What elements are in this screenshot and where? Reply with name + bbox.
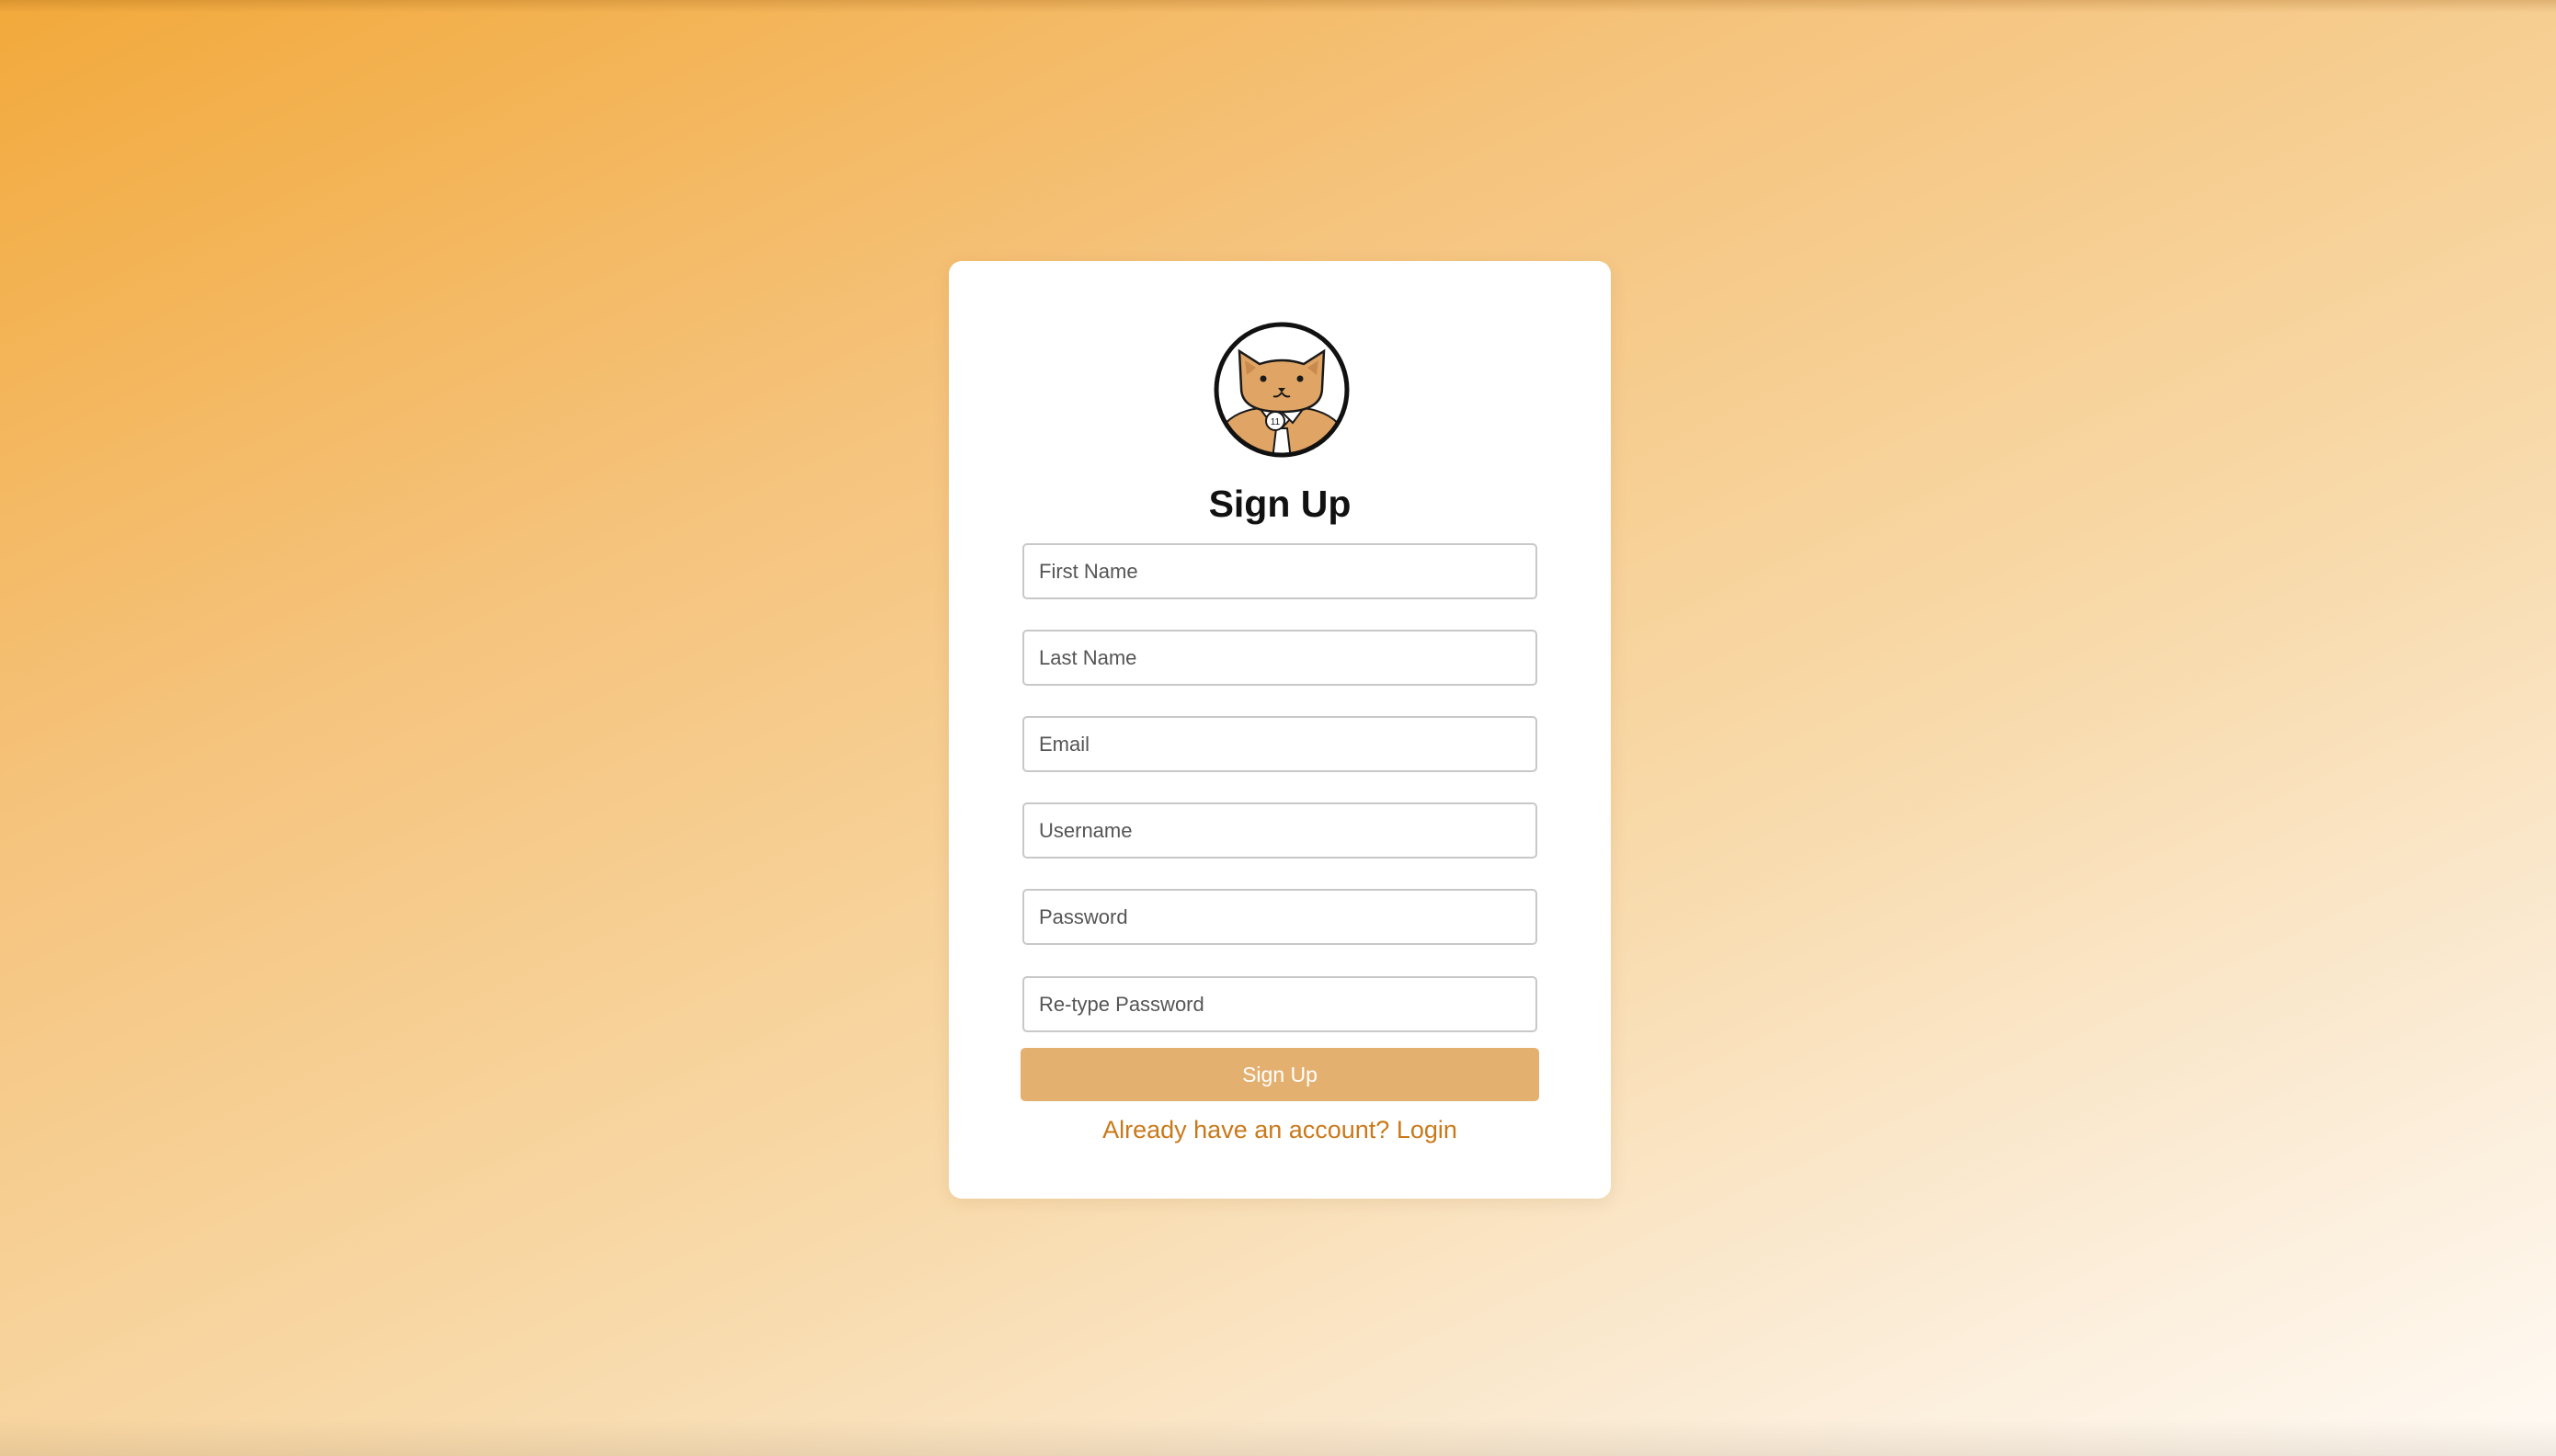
avatar-badge-text: 11 — [1271, 417, 1281, 427]
login-link[interactable]: Already have an account? Login — [949, 1114, 1611, 1146]
signup-button[interactable]: Sign Up — [1021, 1048, 1539, 1101]
cat-mascot-icon: 11 — [1212, 320, 1352, 460]
signup-card: 11 Sign Up Sign Up Already have an accou… — [949, 261, 1611, 1199]
bottom-edge-shadow — [0, 1419, 2556, 1456]
page-title: Sign Up — [1208, 483, 1352, 525]
email-field[interactable] — [1022, 716, 1537, 772]
first-name-field[interactable] — [1022, 543, 1537, 599]
password-field[interactable] — [1022, 889, 1537, 945]
last-name-field[interactable] — [1022, 630, 1537, 686]
username-field[interactable] — [1022, 802, 1537, 859]
retype-password-field[interactable] — [1022, 976, 1537, 1032]
top-edge-shadow — [0, 0, 2556, 13]
